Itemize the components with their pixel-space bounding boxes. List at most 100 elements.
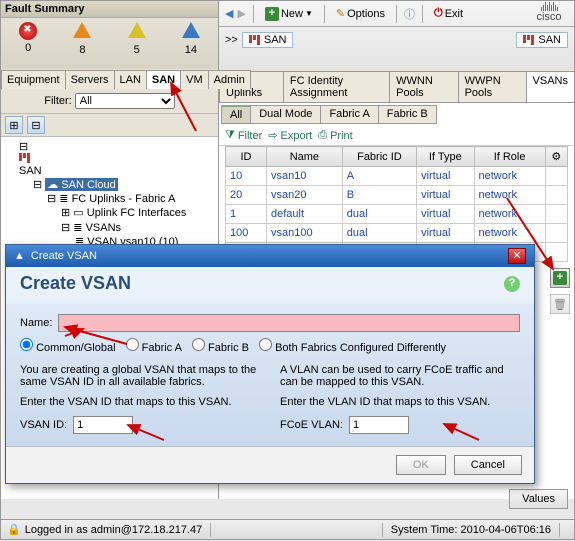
crumb-right-chip[interactable]: SAN [516,32,568,48]
radio-common[interactable]: Common/Global [20,338,116,354]
fault-critical[interactable]: 0 [3,22,53,56]
tab-vm[interactable]: VM [180,70,209,89]
fcoe-help-text-2: Enter the VLAN ID that maps to this VSAN… [280,396,520,408]
vsan-id-input[interactable] [73,416,133,434]
help-icon[interactable]: ? [504,276,520,292]
cell-type: virtual [417,224,474,243]
col-name[interactable]: Name [266,147,342,167]
tree-node-fc-uplinks-a[interactable]: FC Uplinks - Fabric A [72,193,176,205]
new-button[interactable]: +New▼ [261,6,317,22]
back-icon[interactable]: ◀ [225,7,233,20]
tree-node-vsans[interactable]: VSANs [86,222,121,234]
tree-node-san[interactable]: SAN [19,165,42,177]
triangle-yellow-icon [128,22,146,38]
status-login: Logged in as admin@172.18.217.47 [25,524,203,536]
cell-id: 20 [226,186,267,205]
cell-id: 1 [226,205,267,224]
tab-lan[interactable]: LAN [114,70,147,89]
cancel-button[interactable]: Cancel [454,455,522,475]
tree-node-uplink-fc-if[interactable]: Uplink FC Interfaces [87,207,187,219]
vsan-id-label: VSAN ID: [20,419,67,431]
radio-both-fabrics[interactable]: Both Fabrics Configured Differently [259,338,446,354]
fault-info[interactable]: 14 [166,22,216,56]
table-filter-button[interactable]: ⧩Filter [225,129,262,142]
subtab-dual-mode[interactable]: Dual Mode [250,105,321,124]
main-content-tabs: SAN Uplinks FC Identity Assignment WWNN … [219,69,574,103]
subtab-fabric-b[interactable]: Fabric B [378,105,437,124]
exit-icon: ⏻ [434,7,443,20]
exit-button[interactable]: ⏻Exit [430,6,467,21]
table-row[interactable]: 10vsan10Avirtualnetwork [226,167,568,186]
san-icon [249,35,260,45]
tab-vsans[interactable]: VSANs [526,71,575,102]
fault-minor[interactable]: 5 [112,22,162,56]
fault-summary-title: Fault Summary [1,1,218,18]
plus-icon: + [553,271,567,285]
cell-fabric: dual [342,205,416,224]
col-settings[interactable]: ⚙ [545,147,567,167]
ok-button[interactable]: OK [396,455,446,475]
table-toolbar: ⧩Filter ⇨Export ⎙Print [219,126,574,146]
tab-admin[interactable]: Admin [208,70,251,89]
triangle-blue-icon [182,22,200,38]
pencil-icon: ✎ [336,7,345,20]
delete-button[interactable]: 🗑 [550,294,570,314]
cell-name: default [266,205,342,224]
cell-id: 100 [226,224,267,243]
table-row[interactable]: 20vsan20Bvirtualnetwork [226,186,568,205]
tab-fc-identity[interactable]: FC Identity Assignment [283,71,390,102]
values-button[interactable]: Values [509,489,568,509]
expand-all-button[interactable]: ⊞ [5,116,23,134]
table-print-button[interactable]: ⎙Print [318,129,352,142]
info-icon[interactable]: ⓘ [404,6,415,22]
collapse-all-button[interactable]: ⊟ [27,116,45,134]
table-row[interactable]: 1defaultdualvirtualnetwork [226,205,568,224]
tab-san[interactable]: SAN [146,70,181,89]
close-button[interactable]: ✕ [508,248,526,264]
table-row[interactable]: 100vsan100dualvirtualnetwork [226,224,568,243]
tab-servers[interactable]: Servers [65,70,115,89]
name-input[interactable] [58,314,520,332]
name-label: Name: [20,317,52,329]
dialog-heading: Create VSAN [20,273,131,294]
fcoe-vlan-label: FCoE VLAN: [280,419,343,431]
fault-major[interactable]: 8 [57,22,107,56]
fault-summary-panel: Fault Summary 0 8 5 14 [1,1,219,69]
print-icon: ⎙ [318,129,327,142]
tab-equipment[interactable]: Equipment [1,70,66,89]
trash-icon: 🗑 [553,298,567,311]
cell-name: vsan20 [266,186,342,205]
fcoe-vlan-input[interactable] [349,416,409,434]
bars-icon: ≣ [73,222,82,234]
col-id[interactable]: ID [226,147,267,167]
breadcrumb-san[interactable]: SAN [242,32,294,48]
san-icon [523,35,534,45]
cell-name: vsan10 [266,167,342,186]
cell-type: virtual [417,167,474,186]
cell-role: network [474,224,545,243]
col-if-role[interactable]: If Role [474,147,545,167]
options-button[interactable]: ✎Options [332,6,389,21]
table-export-button[interactable]: ⇨Export [268,129,312,142]
export-icon: ⇨ [268,129,277,142]
create-vsan-dialog: ▲ Create VSAN ✕ Create VSAN ? Name: Comm… [5,244,535,484]
col-if-type[interactable]: If Type [417,147,474,167]
add-button[interactable]: + [550,268,570,288]
subtab-fabric-a[interactable]: Fabric A [320,105,378,124]
cell-fabric: A [342,167,416,186]
forward-icon[interactable]: ▶ [237,7,245,20]
radio-fabric-a[interactable]: Fabric A [126,338,182,354]
subtab-all[interactable]: All [221,105,251,124]
fabric-radio-group: Common/Global Fabric A Fabric B Both Fab… [20,338,520,354]
dialog-titlebar[interactable]: ▲ Create VSAN ✕ [6,245,534,267]
breadcrumb-bar: >> SAN SAN [219,27,574,53]
filter-select[interactable]: All [75,93,175,109]
cell-role: network [474,186,545,205]
tab-wwnn-pools[interactable]: WWNN Pools [389,71,458,102]
tree-node-san-cloud[interactable]: ☁SAN Cloud [45,178,117,191]
dialog-title: Create VSAN [31,250,97,262]
col-fabric-id[interactable]: Fabric ID [342,147,416,167]
radio-fabric-b[interactable]: Fabric B [192,338,249,354]
cell-role: network [474,205,545,224]
tab-wwpn-pools[interactable]: WWPN Pools [458,71,527,102]
